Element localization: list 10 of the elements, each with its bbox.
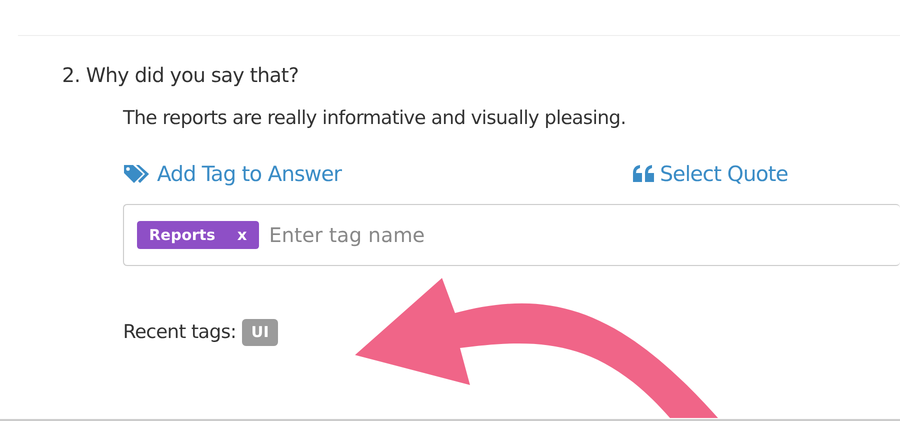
recent-tags-label: Recent tags: (123, 320, 236, 345)
remove-tag-button[interactable]: x (237, 224, 247, 246)
recent-tag[interactable]: UI (242, 319, 278, 346)
answer-text: The reports are really informative and visually pleasing. (123, 106, 627, 131)
question-text: 2. Why did you say that? (62, 62, 300, 89)
quote-icon (632, 164, 656, 184)
add-tag-link[interactable]: Add Tag to Answer (123, 158, 342, 190)
tag-label: Reports (149, 224, 216, 246)
tag-input-field[interactable]: Reports x Enter tag name (123, 204, 900, 266)
select-quote-link[interactable]: Select Quote (632, 158, 788, 190)
